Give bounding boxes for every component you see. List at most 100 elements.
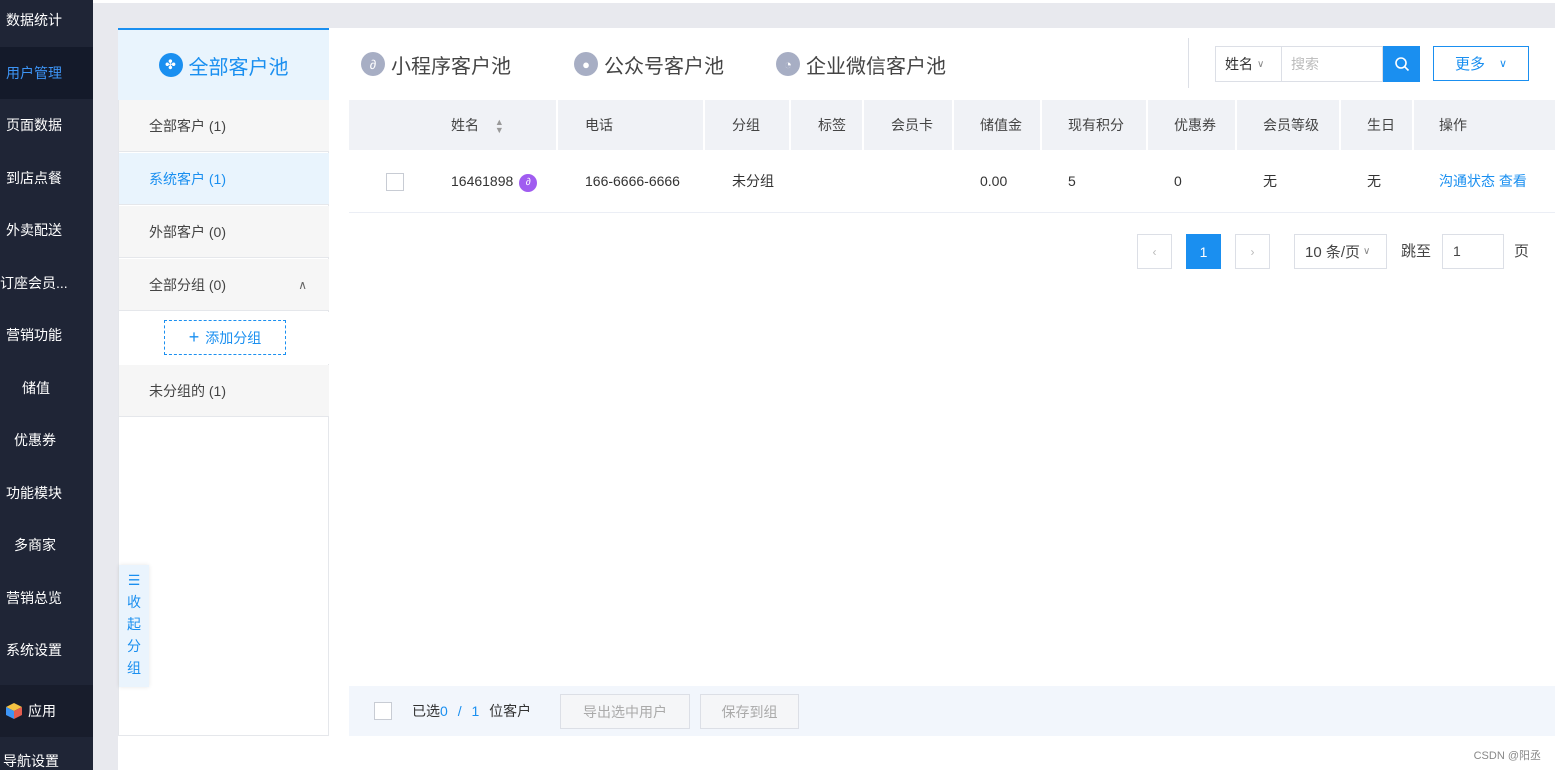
collapse-char: 收 [127, 594, 141, 610]
more-label: 更多 [1454, 56, 1485, 73]
cell-birthday: 无 [1367, 173, 1381, 189]
group-item-system-customers[interactable]: 系统客户 (1) [119, 153, 329, 205]
total-count: 1 [471, 703, 480, 719]
collapse-icon: ☰ [127, 572, 141, 588]
cell-coupons: 0 [1174, 173, 1182, 189]
nav-item-user-management[interactable]: 用户管理 [0, 47, 93, 99]
cell-name: 16461898 ∂ [451, 150, 538, 213]
chevron-down-icon: ∨ [1257, 58, 1265, 70]
selection-summary: 已选0 / 1 位客户 [412, 686, 531, 736]
nav-item-page-data[interactable]: 页面数据 [0, 99, 93, 151]
nav-item-delivery[interactable]: 外卖配送 [0, 204, 93, 256]
cell-phone: 166-6666-6666 [585, 173, 680, 189]
search-field-value: 姓名 [1225, 56, 1253, 72]
add-group-label: 添加分组 [205, 329, 262, 346]
selected-separator: / [457, 703, 462, 719]
nav-item-apps[interactable]: 应用 [0, 685, 93, 737]
add-group-button[interactable]: + 添加分组 [164, 320, 286, 355]
prev-page-button[interactable]: ‹ [1137, 234, 1172, 269]
watermark: CSDN @阳丞 [1473, 750, 1541, 762]
save-to-group-button[interactable]: 保存到组 [700, 694, 799, 729]
nav-item-stored-value[interactable]: 储值 [0, 362, 93, 414]
group-item-external-customers[interactable]: 外部客户 (0) [119, 206, 329, 258]
chevron-up-icon[interactable]: ∧ [298, 259, 307, 311]
search-icon [1394, 57, 1409, 72]
tab-label: 全部客户池 [188, 56, 289, 79]
cell-actions: 沟通状态 查看 [1439, 150, 1527, 213]
select-all-cell [374, 686, 392, 736]
nav-item-multi-merchant[interactable]: 多商家 [0, 519, 93, 571]
export-selected-button[interactable]: 导出选中用户 [560, 694, 690, 729]
nav-item-coupons[interactable]: 优惠券 [0, 414, 93, 466]
row-checkbox-cell [386, 150, 404, 213]
page-unit-label: 页 [1514, 243, 1530, 260]
next-page-button[interactable]: › [1235, 234, 1270, 269]
column-member-card: 会员卡 [864, 100, 954, 150]
group-sidebar: 全部客户 (1) 系统客户 (1) 外部客户 (0) 全部分组 (0) ∧ + … [118, 100, 329, 736]
column-label: 姓名 [451, 117, 479, 133]
tab-wecom-pool[interactable]: ◔ 企业微信客户池 [776, 28, 946, 100]
nav-item-marketing-overview[interactable]: 营销总览 [0, 572, 93, 624]
column-group: 分组 [705, 100, 791, 150]
collapse-char: 起 [127, 616, 141, 632]
jump-page-input[interactable]: 1 [1442, 234, 1504, 269]
group-item-ungrouped[interactable]: 未分组的 (1) [119, 365, 329, 417]
nav-item-modules[interactable]: 功能模块 [0, 467, 93, 519]
column-name[interactable]: 姓名 ▲ ▼ [349, 100, 558, 150]
jump-label: 跳至 [1401, 243, 1432, 260]
nav-item-dine-in[interactable]: 到店点餐 [0, 152, 93, 204]
row-checkbox[interactable] [386, 172, 404, 191]
customer-pool-panel: ✤ 全部客户池 ∂ 小程序客户池 ● 公众号客户池 ◔ 企业微信客户池 姓名 ∨… [118, 28, 1555, 770]
search-input[interactable]: 搜索 [1281, 46, 1383, 82]
collapse-groups-button[interactable]: ☰ 收 起 分 组 [119, 565, 149, 687]
column-points: 现有积分 [1042, 100, 1148, 150]
wecom-icon: ◔ [776, 52, 800, 76]
tab-label: 企业微信客户池 [806, 55, 946, 78]
column-phone: 电话 [558, 100, 705, 150]
selected-count: 0 [440, 703, 448, 719]
nav-item-system-settings[interactable]: 系统设置 [0, 624, 93, 676]
tab-miniprogram-pool[interactable]: ∂ 小程序客户池 [361, 28, 511, 100]
miniprogram-badge-icon: ∂ [519, 174, 538, 192]
page-number-current[interactable]: 1 [1186, 234, 1221, 269]
group-item-all-customers[interactable]: 全部客户 (1) [119, 100, 329, 152]
cube-icon [5, 689, 23, 719]
table-header: 姓名 ▲ ▼ 电话 分组 标签 会员卡 储值金 现有积分 优惠券 会员等级 生日 … [349, 100, 1555, 150]
chevron-left-icon: ‹ [1152, 244, 1157, 259]
column-balance: 储值金 [954, 100, 1042, 150]
column-actions: 操作 [1439, 117, 1467, 133]
group-label: 全部分组 (0) [149, 277, 226, 293]
grid-icon: ✤ [158, 53, 183, 77]
page-size-select[interactable]: 10 条/页 ∨ [1294, 234, 1387, 269]
chevron-down-icon: ∨ [1498, 58, 1508, 70]
select-all-checkbox[interactable] [374, 702, 392, 720]
add-group-area: + 添加分组 [119, 312, 329, 364]
nav-item-reservation[interactable]: 订座会员... [0, 257, 93, 309]
view-link[interactable]: 查看 [1499, 173, 1527, 189]
group-item-all-groups[interactable]: 全部分组 (0) ∧ [119, 259, 329, 311]
top-strip [93, 0, 1555, 3]
column-coupons: 优惠券 [1148, 100, 1237, 150]
sort-icon[interactable]: ▲ ▼ [495, 118, 504, 135]
communication-status-link[interactable]: 沟通状态 [1439, 173, 1495, 189]
selection-footer: 已选0 / 1 位客户 导出选中用户 保存到组 [349, 686, 1555, 736]
cell-points: 5 [1068, 173, 1076, 189]
nav-item-data-stats[interactable]: 数据统计 [0, 0, 93, 46]
search-button[interactable] [1383, 46, 1420, 82]
tab-label: 公众号客户池 [604, 55, 724, 78]
plus-icon: + [188, 327, 200, 347]
customer-name: 16461898 [451, 173, 514, 189]
tab-official-account-pool[interactable]: ● 公众号客户池 [574, 28, 724, 100]
nav-apps-label: 应用 [28, 703, 56, 719]
more-button[interactable]: 更多 ∨ [1433, 46, 1529, 81]
selected-suffix: 位客户 [489, 703, 532, 719]
cell-balance: 0.00 [980, 173, 1008, 189]
search-field-select[interactable]: 姓名 ∨ [1215, 46, 1281, 82]
user-icon: ● [574, 52, 598, 76]
tab-all-customer-pool[interactable]: ✤ 全部客户池 [118, 28, 329, 100]
nav-item-marketing[interactable]: 营销功能 [0, 309, 93, 361]
nav-item-nav-settings[interactable]: 导航设置 [0, 735, 93, 770]
tab-label: 小程序客户池 [391, 55, 511, 78]
cell-member-level: 无 [1263, 173, 1277, 189]
cell-group: 未分组 [732, 173, 774, 189]
